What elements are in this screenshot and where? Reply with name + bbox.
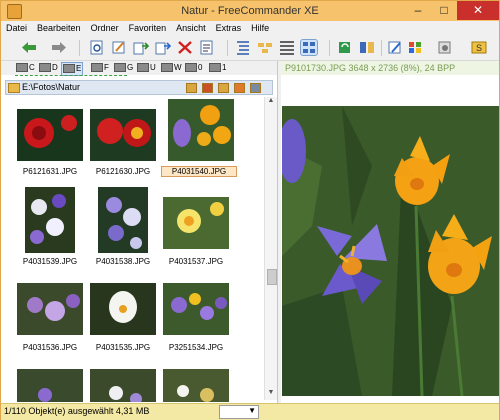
minimize-button[interactable]: – [405, 1, 431, 20]
file-name[interactable]: P4031537.JPG [159, 257, 233, 266]
menu-ordner[interactable]: Ordner [86, 21, 124, 33]
menu-hilfe[interactable]: Hilfe [246, 21, 274, 33]
folder-icon [8, 83, 20, 93]
settings-icon[interactable] [437, 40, 453, 55]
chevron-down-icon: ▼ [248, 406, 256, 415]
close-button[interactable]: ✕ [457, 1, 499, 20]
shortcut-s-icon[interactable]: S [471, 40, 487, 55]
scroll-up-icon[interactable]: ▲ [265, 97, 277, 104]
file-name[interactable]: P3251534.JPG [159, 343, 233, 352]
file-name-selected[interactable]: P4031540.JPG [161, 166, 237, 177]
folder-up-icon[interactable] [218, 83, 229, 93]
menu-extras[interactable]: Extras [211, 21, 247, 33]
thumbnail-image[interactable] [163, 369, 229, 402]
thumbnail-image[interactable] [17, 369, 83, 402]
menu-datei[interactable]: Datei [1, 21, 32, 33]
properties-icon[interactable] [199, 40, 215, 55]
file-name[interactable]: P6121631.JPG [13, 167, 87, 176]
left-file-panel: C D E F G U W 0 1 E:\Fotos\Natur P612163… [1, 61, 278, 404]
thumbnail-image[interactable] [90, 109, 156, 161]
sync-icon[interactable] [337, 40, 353, 55]
drive-bar: C D E F G U W 0 1 [1, 61, 277, 76]
current-path: E:\Fotos\Natur [22, 82, 81, 92]
toolbar: S [1, 36, 499, 61]
drive-d[interactable]: D [39, 62, 58, 74]
menu-bar: Datei Bearbeiten Ordner Favoriten Ansich… [1, 21, 499, 36]
thumbnail-image[interactable] [25, 187, 75, 253]
notepad-edit-icon[interactable] [387, 40, 403, 55]
thumbnail-image[interactable] [163, 197, 229, 249]
thumbnail-image[interactable] [98, 187, 148, 253]
drive-f[interactable]: F [91, 62, 109, 74]
thumbnail-image[interactable] [17, 283, 83, 335]
menu-icon[interactable] [250, 83, 261, 93]
new-folder-icon[interactable] [234, 83, 245, 93]
history-icon[interactable] [202, 83, 213, 93]
file-name[interactable]: P4031539.JPG [13, 257, 87, 266]
preview-info: P9101730.JPG 3648 x 2736 (8%), 24 BPP [281, 61, 499, 75]
move-icon[interactable] [155, 40, 171, 55]
image-preview [282, 106, 499, 396]
scrollbar-thumb[interactable] [267, 269, 277, 285]
drive-u[interactable]: U [137, 62, 156, 74]
status-bar: 1/110 Objekt(e) ausgewählt 4,31 MB ▼ [1, 403, 499, 420]
thumbnail-view-icon[interactable] [300, 39, 318, 56]
status-dropdown[interactable]: ▼ [219, 405, 259, 419]
drive-1[interactable]: 1 [209, 62, 226, 74]
folder-tree-icon[interactable] [257, 40, 273, 55]
thumbnail-grid: P6121631.JPG P6121630.JPG P4031540.JPG P… [1, 97, 263, 402]
view-file-icon[interactable] [89, 40, 105, 55]
favorites-folder-icon[interactable] [186, 83, 197, 93]
drive-w[interactable]: W [161, 62, 182, 74]
thumbnail-image[interactable] [90, 283, 156, 335]
tree-view-icon[interactable] [235, 40, 251, 55]
active-drive-indicator [15, 75, 127, 76]
forward-arrow-icon[interactable] [51, 40, 67, 55]
back-arrow-icon[interactable] [21, 40, 37, 55]
file-name[interactable]: P4031535.JPG [86, 343, 160, 352]
scroll-down-icon[interactable]: ▼ [265, 389, 277, 396]
file-name[interactable]: P6121630.JPG [86, 167, 160, 176]
thumbnail-image[interactable] [168, 99, 234, 161]
windows-logo-icon[interactable] [407, 40, 423, 55]
file-name[interactable]: P4031536.JPG [13, 343, 87, 352]
compare-folders-icon[interactable] [359, 40, 375, 55]
menu-ansicht[interactable]: Ansicht [171, 21, 211, 33]
path-bar[interactable]: E:\Fotos\Natur [5, 80, 273, 95]
thumbnail-image[interactable] [90, 369, 156, 402]
drive-c[interactable]: C [16, 62, 35, 74]
thumbnail-image[interactable] [163, 283, 229, 335]
preview-panel: P9101730.JPG 3648 x 2736 (8%), 24 BPP [281, 61, 499, 404]
delete-icon[interactable] [177, 40, 193, 55]
main-window: Natur - FreeCommander XE – □ ✕ Datei Bea… [0, 0, 500, 420]
drive-e[interactable]: E [61, 62, 84, 76]
menu-bearbeiten[interactable]: Bearbeiten [32, 21, 86, 33]
maximize-button[interactable]: □ [431, 1, 457, 20]
vertical-scrollbar[interactable]: ▲ ▼ [264, 97, 277, 400]
edit-icon[interactable] [111, 40, 127, 55]
details-view-icon[interactable] [279, 40, 295, 55]
status-text: 1/110 Objekt(e) ausgewählt 4,31 MB [4, 406, 150, 416]
drive-g[interactable]: G [114, 62, 133, 74]
copy-icon[interactable] [133, 40, 149, 55]
title-bar: Natur - FreeCommander XE – □ ✕ [1, 1, 499, 21]
menu-favoriten[interactable]: Favoriten [124, 21, 172, 33]
file-name[interactable]: P4031538.JPG [86, 257, 160, 266]
drive-0[interactable]: 0 [185, 62, 202, 74]
thumbnail-image[interactable] [17, 109, 83, 161]
svg-text:S: S [476, 43, 482, 53]
